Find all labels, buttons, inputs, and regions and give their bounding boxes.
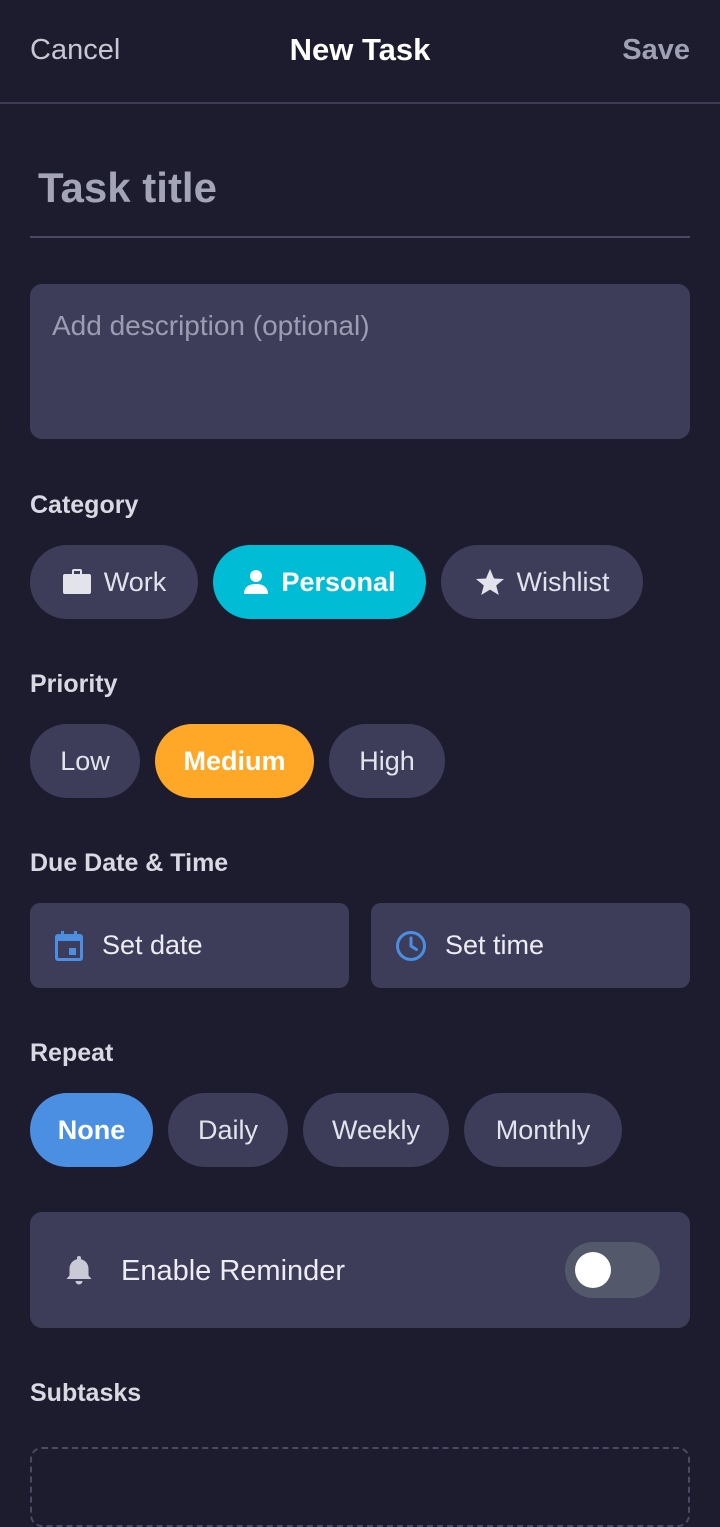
priority-chip-high[interactable]: High — [329, 724, 445, 798]
star-icon — [475, 568, 505, 596]
clock-icon — [395, 930, 427, 962]
page-title: New Task — [289, 32, 431, 67]
category-label: Category — [30, 491, 139, 519]
category-chip-work[interactable]: Work — [30, 545, 198, 619]
person-icon — [243, 569, 269, 595]
description-input[interactable] — [30, 284, 690, 439]
description-field — [30, 284, 690, 439]
repeat-chip-label: None — [57, 1114, 126, 1145]
briefcase-icon — [62, 568, 92, 596]
due-date-time-label: Due Date & Time — [30, 849, 229, 877]
repeat-chip-label: Monthly — [495, 1114, 591, 1145]
priority-chip-label: Low — [60, 745, 110, 776]
save-button[interactable]: Save — [622, 34, 690, 67]
repeat-chip-monthly[interactable]: Monthly — [464, 1093, 622, 1167]
bell-icon — [64, 1254, 94, 1291]
priority-label: Priority — [30, 670, 118, 698]
subtasks-label: Subtasks — [30, 1379, 142, 1407]
priority-chip-label: Medium — [183, 745, 286, 776]
set-date-button[interactable]: Set date — [30, 903, 349, 988]
category-chip-wishlist[interactable]: Wishlist — [441, 545, 643, 619]
toggle-knob — [575, 1252, 611, 1288]
set-time-label: Set time — [445, 930, 545, 960]
priority-chip-label: High — [359, 745, 415, 776]
repeat-chip-label: Daily — [197, 1114, 258, 1145]
top-bar: Cancel New Task Save — [0, 0, 720, 104]
priority-chip-medium[interactable]: Medium — [155, 724, 314, 798]
repeat-chip-none[interactable]: None — [30, 1093, 153, 1167]
priority-chip-low[interactable]: Low — [30, 724, 140, 798]
task-title-field — [30, 148, 690, 238]
reminder-row: Enable Reminder — [30, 1212, 690, 1328]
reminder-toggle[interactable] — [565, 1242, 660, 1298]
repeat-chip-label: Weekly — [331, 1114, 421, 1145]
set-time-button[interactable]: Set time — [371, 903, 690, 988]
category-chip-personal[interactable]: Personal — [213, 545, 426, 619]
repeat-chip-weekly[interactable]: Weekly — [303, 1093, 449, 1167]
reminder-label: Enable Reminder — [121, 1255, 346, 1287]
add-subtask-area[interactable] — [30, 1447, 690, 1527]
category-chip-label: Personal — [281, 566, 396, 597]
task-title-input[interactable] — [30, 148, 690, 228]
repeat-label: Repeat — [30, 1039, 114, 1067]
repeat-chip-daily[interactable]: Daily — [168, 1093, 288, 1167]
category-chip-label: Work — [103, 566, 167, 597]
calendar-icon — [54, 930, 84, 962]
set-date-label: Set date — [102, 930, 203, 960]
category-chip-label: Wishlist — [516, 566, 610, 597]
